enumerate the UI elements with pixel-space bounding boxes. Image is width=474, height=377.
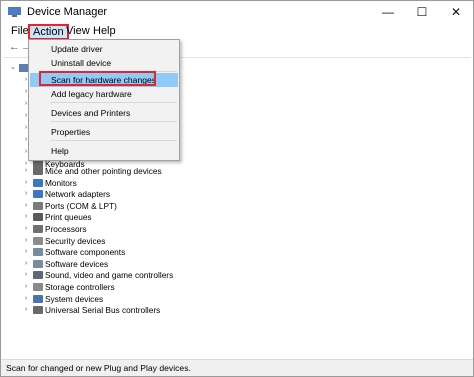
minimize-button[interactable]: — — [371, 1, 405, 23]
chevron-right-icon[interactable]: › — [22, 165, 30, 177]
monitor-icon — [33, 178, 43, 187]
status-bar: Scan for changed or new Plug and Play de… — [1, 359, 473, 376]
software-device-icon — [33, 259, 43, 268]
back-arrow-icon[interactable]: ← — [9, 41, 20, 53]
tree-item[interactable]: › Storage controllers — [3, 281, 463, 293]
tree-item-label: Software components — [45, 247, 126, 258]
action-dropdown-menu: Update driver Uninstall device Scan for … — [28, 39, 180, 161]
title-bar: Device Manager — ☐ ✕ — [1, 1, 473, 23]
tree-item[interactable]: › Network adapters — [3, 188, 463, 200]
tree-item-label: Print queues — [45, 212, 92, 223]
tree-item[interactable]: › Software devices — [3, 258, 463, 270]
menu-item-uninstall-device[interactable]: Uninstall device — [30, 56, 178, 70]
printer-icon — [33, 213, 43, 222]
tree-item-label: Monitors — [45, 177, 77, 188]
tree-item[interactable]: › Monitors — [3, 177, 463, 189]
menu-item-help[interactable]: Help — [30, 144, 178, 158]
processor-icon — [33, 225, 43, 233]
tree-item[interactable]: › Mice and other pointing devices — [3, 165, 463, 177]
menu-item-add-legacy-hardware[interactable]: Add legacy hardware — [30, 87, 178, 101]
chevron-right-icon[interactable]: › — [22, 211, 30, 223]
port-icon — [33, 201, 43, 210]
menu-separator — [50, 140, 177, 141]
tree-item[interactable]: › Ports (COM & LPT) — [3, 200, 463, 212]
menu-separator — [50, 102, 177, 103]
tree-item[interactable]: › Processors — [3, 223, 463, 235]
software-component-icon — [33, 248, 43, 257]
chevron-right-icon[interactable]: › — [22, 304, 30, 316]
chevron-right-icon[interactable]: › — [22, 258, 30, 270]
device-manager-window: Device Manager — ☐ ✕ File Action View He… — [0, 0, 474, 377]
network-adapter-icon — [33, 190, 43, 199]
menu-bar: File Action View Help — [1, 23, 473, 40]
chevron-right-icon[interactable]: › — [22, 223, 30, 235]
chevron-right-icon[interactable]: › — [22, 281, 30, 293]
tree-item-label: Ports (COM & LPT) — [45, 200, 117, 211]
tree-item[interactable]: › Sound, video and game controllers — [3, 269, 463, 281]
tree-item-label: System devices — [45, 293, 104, 304]
tree-item-label: Software devices — [45, 258, 109, 269]
mouse-icon — [33, 167, 43, 175]
tree-item[interactable]: › Universal Serial Bus controllers — [3, 304, 463, 316]
expanded-chevron-icon[interactable]: ⌄ — [10, 62, 18, 74]
tree-item[interactable]: › System devices — [3, 293, 463, 305]
system-device-icon — [33, 294, 43, 303]
tree-item-label: Network adapters — [45, 189, 111, 200]
security-icon — [33, 236, 43, 245]
tree-item[interactable]: › Security devices — [3, 235, 463, 247]
maximize-button[interactable]: ☐ — [405, 1, 439, 23]
menu-item-properties[interactable]: Properties — [30, 125, 178, 139]
status-text: Scan for changed or new Plug and Play de… — [6, 363, 191, 373]
chevron-right-icon[interactable]: › — [22, 246, 30, 258]
tree-item-label: Mice and other pointing devices — [45, 166, 162, 176]
tree-item-label: Universal Serial Bus controllers — [45, 305, 161, 316]
menu-item-update-driver[interactable]: Update driver — [30, 42, 178, 56]
tree-item-label: Sound, video and game controllers — [45, 270, 174, 281]
chevron-right-icon[interactable]: › — [22, 235, 30, 247]
tree-item[interactable]: › Print queues — [3, 211, 463, 223]
device-manager-app-icon — [8, 7, 21, 17]
storage-icon — [33, 283, 43, 291]
menu-separator — [50, 121, 177, 122]
chevron-right-icon[interactable]: › — [22, 188, 30, 200]
menu-help[interactable]: Help — [89, 24, 120, 40]
tree-item-label: Security devices — [45, 235, 106, 246]
tree-item[interactable]: › Software components — [3, 246, 463, 258]
scan-annotation-box — [39, 71, 156, 86]
chevron-right-icon[interactable]: › — [22, 177, 30, 189]
chevron-right-icon[interactable]: › — [22, 293, 30, 305]
chevron-right-icon[interactable]: › — [22, 200, 30, 212]
tree-item-label: Storage controllers — [45, 282, 115, 292]
menu-item-devices-printers[interactable]: Devices and Printers — [30, 106, 178, 120]
window-title: Device Manager — [27, 6, 108, 18]
usb-icon — [33, 306, 43, 315]
speaker-icon — [33, 271, 43, 280]
tree-item-label: Processors — [45, 224, 87, 234]
chevron-right-icon[interactable]: › — [22, 269, 30, 281]
close-button[interactable]: ✕ — [439, 1, 473, 23]
